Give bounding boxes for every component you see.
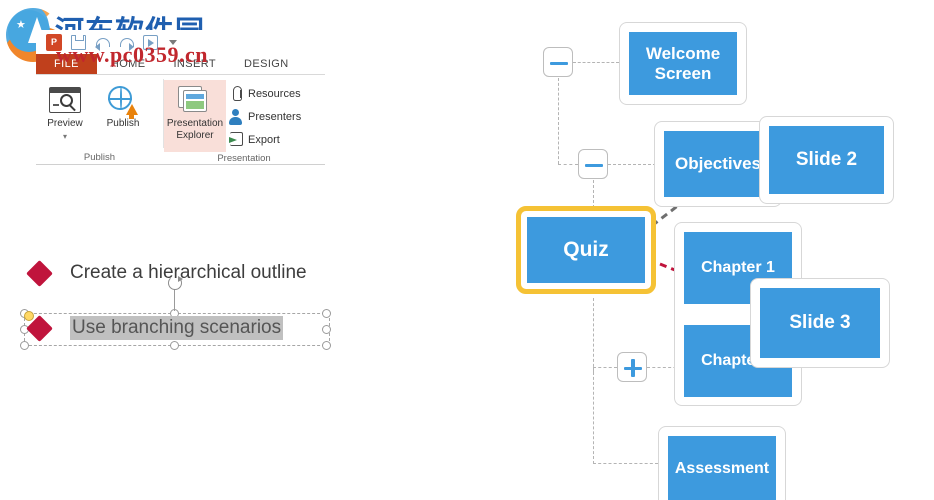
export-button[interactable]: Export [226,128,301,151]
ribbon-group-presentation: Presentation Explorer Resources Presente… [164,75,324,165]
export-arrow-icon [228,131,243,148]
diamond-bullet-icon [26,259,53,287]
node-card-slide3[interactable]: Slide 3 [750,278,890,368]
toggle-objectives-collapse-button[interactable] [578,149,608,179]
paperclip-icon [228,85,243,102]
node-label-quiz: Quiz [563,238,609,262]
node-label-slide3: Slide 3 [789,312,851,334]
tab-design[interactable]: DESIGN [230,54,303,74]
presentation-small-buttons: Resources Presenters Export [226,80,301,151]
presenters-label: Presenters [248,110,302,123]
resize-handle-bottom-right[interactable] [322,341,331,350]
node-label-assessment: Assessment [674,460,770,478]
node-card-slide2[interactable]: Slide 2 [759,116,894,204]
watermark-site-url: www.pc0359.cn [56,42,208,67]
node-card-welcome[interactable]: Welcome Screen [619,22,747,105]
rotation-handle-stem [174,289,175,311]
node-label-welcome-line2: Screen [654,63,712,83]
presentation-explorer-button[interactable]: Presentation Explorer [164,80,226,152]
resize-handle-middle-right[interactable] [322,325,331,334]
branching-diagram: Pass Fail Welcome Screen Objectives [470,0,934,500]
minus-icon [585,163,603,167]
node-card-assessment[interactable]: Assessment [658,426,786,500]
publish-globe-icon [94,82,152,119]
presenters-button[interactable]: Presenters [226,105,301,128]
resources-button[interactable]: Resources [226,82,301,105]
ribbon-groups: Preview ▾ Publish Publish Presentation E… [36,75,325,165]
group-label-presentation: Presentation [217,153,271,164]
toggle-chapters-expand-button[interactable] [617,352,647,382]
resize-handle-top-right[interactable] [322,309,331,318]
preview-button-label: Preview [47,118,83,129]
node-label-chapter1: Chapter 1 [701,259,775,277]
publish-button-label: Publish [106,118,140,129]
bullet-item-2[interactable]: Use branching scenarios [26,314,284,342]
powerpoint-app-pane: ★ 河东软件园 www.pc0359.cn P FILE HOME INSERT… [0,0,470,500]
node-thumb-objectives: Objectives [664,131,772,197]
presentation-explorer-label-line2: Explorer [176,130,214,141]
bullet-item-2-text: Use branching scenarios [70,316,284,340]
node-thumb-quiz: Quiz [527,217,645,283]
export-label: Export [248,133,280,146]
ribbon-group-publish: Preview ▾ Publish Publish [36,75,163,165]
rotate-icon[interactable] [168,276,183,290]
screenshot-root: ★ 河东软件园 www.pc0359.cn P FILE HOME INSERT… [0,0,934,500]
presentation-explorer-label-line1: Presentation [166,118,224,129]
person-icon [228,108,243,125]
node-label-welcome-line1: Welcome [645,44,721,64]
node-thumb-assessment: Assessment [668,436,776,500]
node-thumb-slide3: Slide 3 [760,288,880,358]
preview-button[interactable]: Preview ▾ [36,80,94,143]
presentation-explorer-icon [164,82,226,118]
group-label-publish: Publish [83,152,116,163]
bullet-item-1-text: Create a hierarchical outline [70,262,307,283]
preview-magnifier-icon [36,82,94,118]
diamond-bullet-icon [26,314,53,342]
preview-dropdown-caret-icon[interactable]: ▾ [36,131,94,143]
resize-handle-bottom-center[interactable] [170,341,179,350]
resize-handle-bottom-left[interactable] [20,341,29,350]
node-thumb-slide2: Slide 2 [769,126,884,194]
node-card-quiz[interactable]: Quiz [516,206,656,294]
node-thumb-welcome: Welcome Screen [629,32,737,95]
toggle-welcome-collapse-button[interactable] [543,47,573,77]
minus-icon [550,61,568,65]
plus-icon-vertical [631,359,635,377]
node-label-objectives: Objectives [675,154,761,174]
node-label-slide2: Slide 2 [795,149,858,171]
resources-label: Resources [248,87,301,100]
publish-button[interactable]: Publish [94,80,152,130]
